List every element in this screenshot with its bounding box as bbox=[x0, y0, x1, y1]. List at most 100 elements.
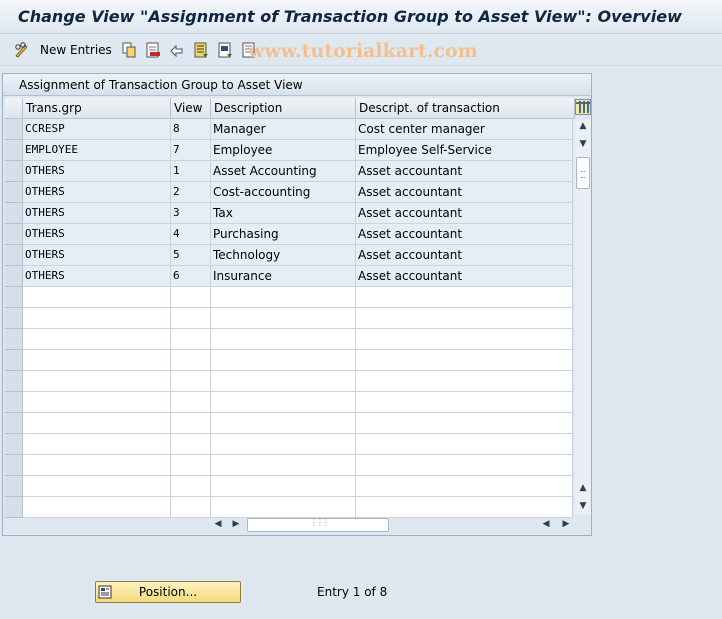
cell-view[interactable]: 2 bbox=[171, 182, 211, 203]
cell-trans-grp[interactable] bbox=[23, 371, 171, 392]
row-selector[interactable] bbox=[5, 329, 23, 350]
cell-trans-grp[interactable]: EMPLOYEE bbox=[23, 140, 171, 161]
cell-description[interactable]: Tax bbox=[211, 203, 356, 224]
cell-view[interactable] bbox=[171, 476, 211, 497]
scroll-page-up-icon[interactable]: ▲ bbox=[578, 483, 588, 493]
row-selector[interactable] bbox=[5, 119, 23, 140]
cell-transaction-description[interactable] bbox=[356, 434, 573, 455]
row-selector[interactable] bbox=[5, 203, 23, 224]
horizontal-scroll-thumb[interactable] bbox=[247, 518, 389, 532]
position-button[interactable]: Position... bbox=[95, 581, 241, 603]
row-selector[interactable] bbox=[5, 287, 23, 308]
cell-description[interactable] bbox=[211, 287, 356, 308]
cell-transaction-description[interactable]: Asset accountant bbox=[356, 266, 573, 287]
cell-view[interactable] bbox=[171, 329, 211, 350]
cell-description[interactable] bbox=[211, 371, 356, 392]
cell-transaction-description[interactable]: Asset accountant bbox=[356, 203, 573, 224]
delete-button[interactable] bbox=[145, 42, 161, 58]
cell-transaction-description[interactable] bbox=[356, 329, 573, 350]
cell-trans-grp[interactable]: OTHERS bbox=[23, 161, 171, 182]
new-entries-button[interactable]: New Entries bbox=[14, 42, 112, 58]
cell-transaction-description[interactable] bbox=[356, 476, 573, 497]
cell-description[interactable]: Asset Accounting bbox=[211, 161, 356, 182]
row-selector[interactable] bbox=[5, 455, 23, 476]
cell-view[interactable] bbox=[171, 287, 211, 308]
cell-description[interactable] bbox=[211, 497, 356, 518]
row-selector[interactable] bbox=[5, 350, 23, 371]
cell-view[interactable]: 8 bbox=[171, 119, 211, 140]
cell-transaction-description[interactable] bbox=[356, 455, 573, 476]
row-selector[interactable] bbox=[5, 497, 23, 518]
vertical-scrollbar[interactable]: ▲ ▼ ▲ ▼ bbox=[575, 119, 591, 515]
cell-trans-grp[interactable]: OTHERS bbox=[23, 203, 171, 224]
cell-transaction-description[interactable] bbox=[356, 392, 573, 413]
cell-transaction-description[interactable]: Asset accountant bbox=[356, 224, 573, 245]
scroll-page-down-icon[interactable]: ▼ bbox=[578, 139, 588, 149]
cell-transaction-description[interactable] bbox=[356, 350, 573, 371]
cell-transaction-description[interactable] bbox=[356, 497, 573, 518]
cell-transaction-description[interactable]: Cost center manager bbox=[356, 119, 573, 140]
cell-description[interactable] bbox=[211, 350, 356, 371]
select-all-button[interactable] bbox=[193, 42, 209, 58]
cell-description[interactable] bbox=[211, 392, 356, 413]
column-header-view[interactable]: View bbox=[171, 98, 211, 119]
cell-description[interactable] bbox=[211, 455, 356, 476]
cell-view[interactable] bbox=[171, 434, 211, 455]
column-header-transaction-description[interactable]: Descript. of transaction bbox=[356, 98, 575, 119]
scroll-right-icon[interactable]: ▶ bbox=[231, 519, 241, 529]
column-header-description[interactable]: Description bbox=[211, 98, 356, 119]
row-selector[interactable] bbox=[5, 308, 23, 329]
cell-trans-grp[interactable] bbox=[23, 308, 171, 329]
cell-description[interactable] bbox=[211, 434, 356, 455]
cell-trans-grp[interactable] bbox=[23, 413, 171, 434]
cell-description[interactable]: Purchasing bbox=[211, 224, 356, 245]
select-all-rows-header[interactable] bbox=[5, 98, 23, 119]
cell-trans-grp[interactable] bbox=[23, 434, 171, 455]
row-selector[interactable] bbox=[5, 266, 23, 287]
cell-trans-grp[interactable] bbox=[23, 287, 171, 308]
cell-description[interactable]: Cost-accounting bbox=[211, 182, 356, 203]
cell-transaction-description[interactable]: Asset accountant bbox=[356, 182, 573, 203]
scroll-page-left-icon[interactable]: ◀ bbox=[541, 519, 551, 529]
cell-view[interactable] bbox=[171, 308, 211, 329]
cell-description[interactable] bbox=[211, 308, 356, 329]
cell-trans-grp[interactable] bbox=[23, 455, 171, 476]
row-selector[interactable] bbox=[5, 140, 23, 161]
row-selector[interactable] bbox=[5, 413, 23, 434]
cell-description[interactable]: Insurance bbox=[211, 266, 356, 287]
cell-description[interactable]: Manager bbox=[211, 119, 356, 140]
row-selector[interactable] bbox=[5, 224, 23, 245]
cell-trans-grp[interactable] bbox=[23, 350, 171, 371]
cell-view[interactable] bbox=[171, 413, 211, 434]
cell-view[interactable]: 3 bbox=[171, 203, 211, 224]
cell-view[interactable] bbox=[171, 392, 211, 413]
cell-view[interactable] bbox=[171, 350, 211, 371]
cell-transaction-description[interactable] bbox=[356, 287, 573, 308]
cell-transaction-description[interactable] bbox=[356, 371, 573, 392]
select-block-button[interactable] bbox=[217, 42, 233, 58]
cell-trans-grp[interactable] bbox=[23, 497, 171, 518]
copy-button[interactable] bbox=[121, 42, 137, 58]
row-selector[interactable] bbox=[5, 371, 23, 392]
cell-trans-grp[interactable] bbox=[23, 476, 171, 497]
cell-trans-grp[interactable]: OTHERS bbox=[23, 224, 171, 245]
scroll-page-right-icon[interactable]: ▶ bbox=[561, 519, 571, 529]
row-selector[interactable] bbox=[5, 392, 23, 413]
cell-view[interactable] bbox=[171, 455, 211, 476]
scroll-up-icon[interactable]: ▲ bbox=[578, 121, 588, 131]
cell-view[interactable]: 1 bbox=[171, 161, 211, 182]
cell-description[interactable] bbox=[211, 329, 356, 350]
row-selector[interactable] bbox=[5, 182, 23, 203]
cell-view[interactable]: 4 bbox=[171, 224, 211, 245]
cell-trans-grp[interactable]: OTHERS bbox=[23, 266, 171, 287]
cell-view[interactable] bbox=[171, 497, 211, 518]
cell-transaction-description[interactable] bbox=[356, 308, 573, 329]
cell-trans-grp[interactable] bbox=[23, 329, 171, 350]
cell-trans-grp[interactable] bbox=[23, 392, 171, 413]
cell-transaction-description[interactable] bbox=[356, 413, 573, 434]
cell-transaction-description[interactable]: Employee Self-Service bbox=[356, 140, 573, 161]
cell-view[interactable] bbox=[171, 371, 211, 392]
cell-view[interactable]: 5 bbox=[171, 245, 211, 266]
cell-view[interactable]: 7 bbox=[171, 140, 211, 161]
row-selector[interactable] bbox=[5, 245, 23, 266]
